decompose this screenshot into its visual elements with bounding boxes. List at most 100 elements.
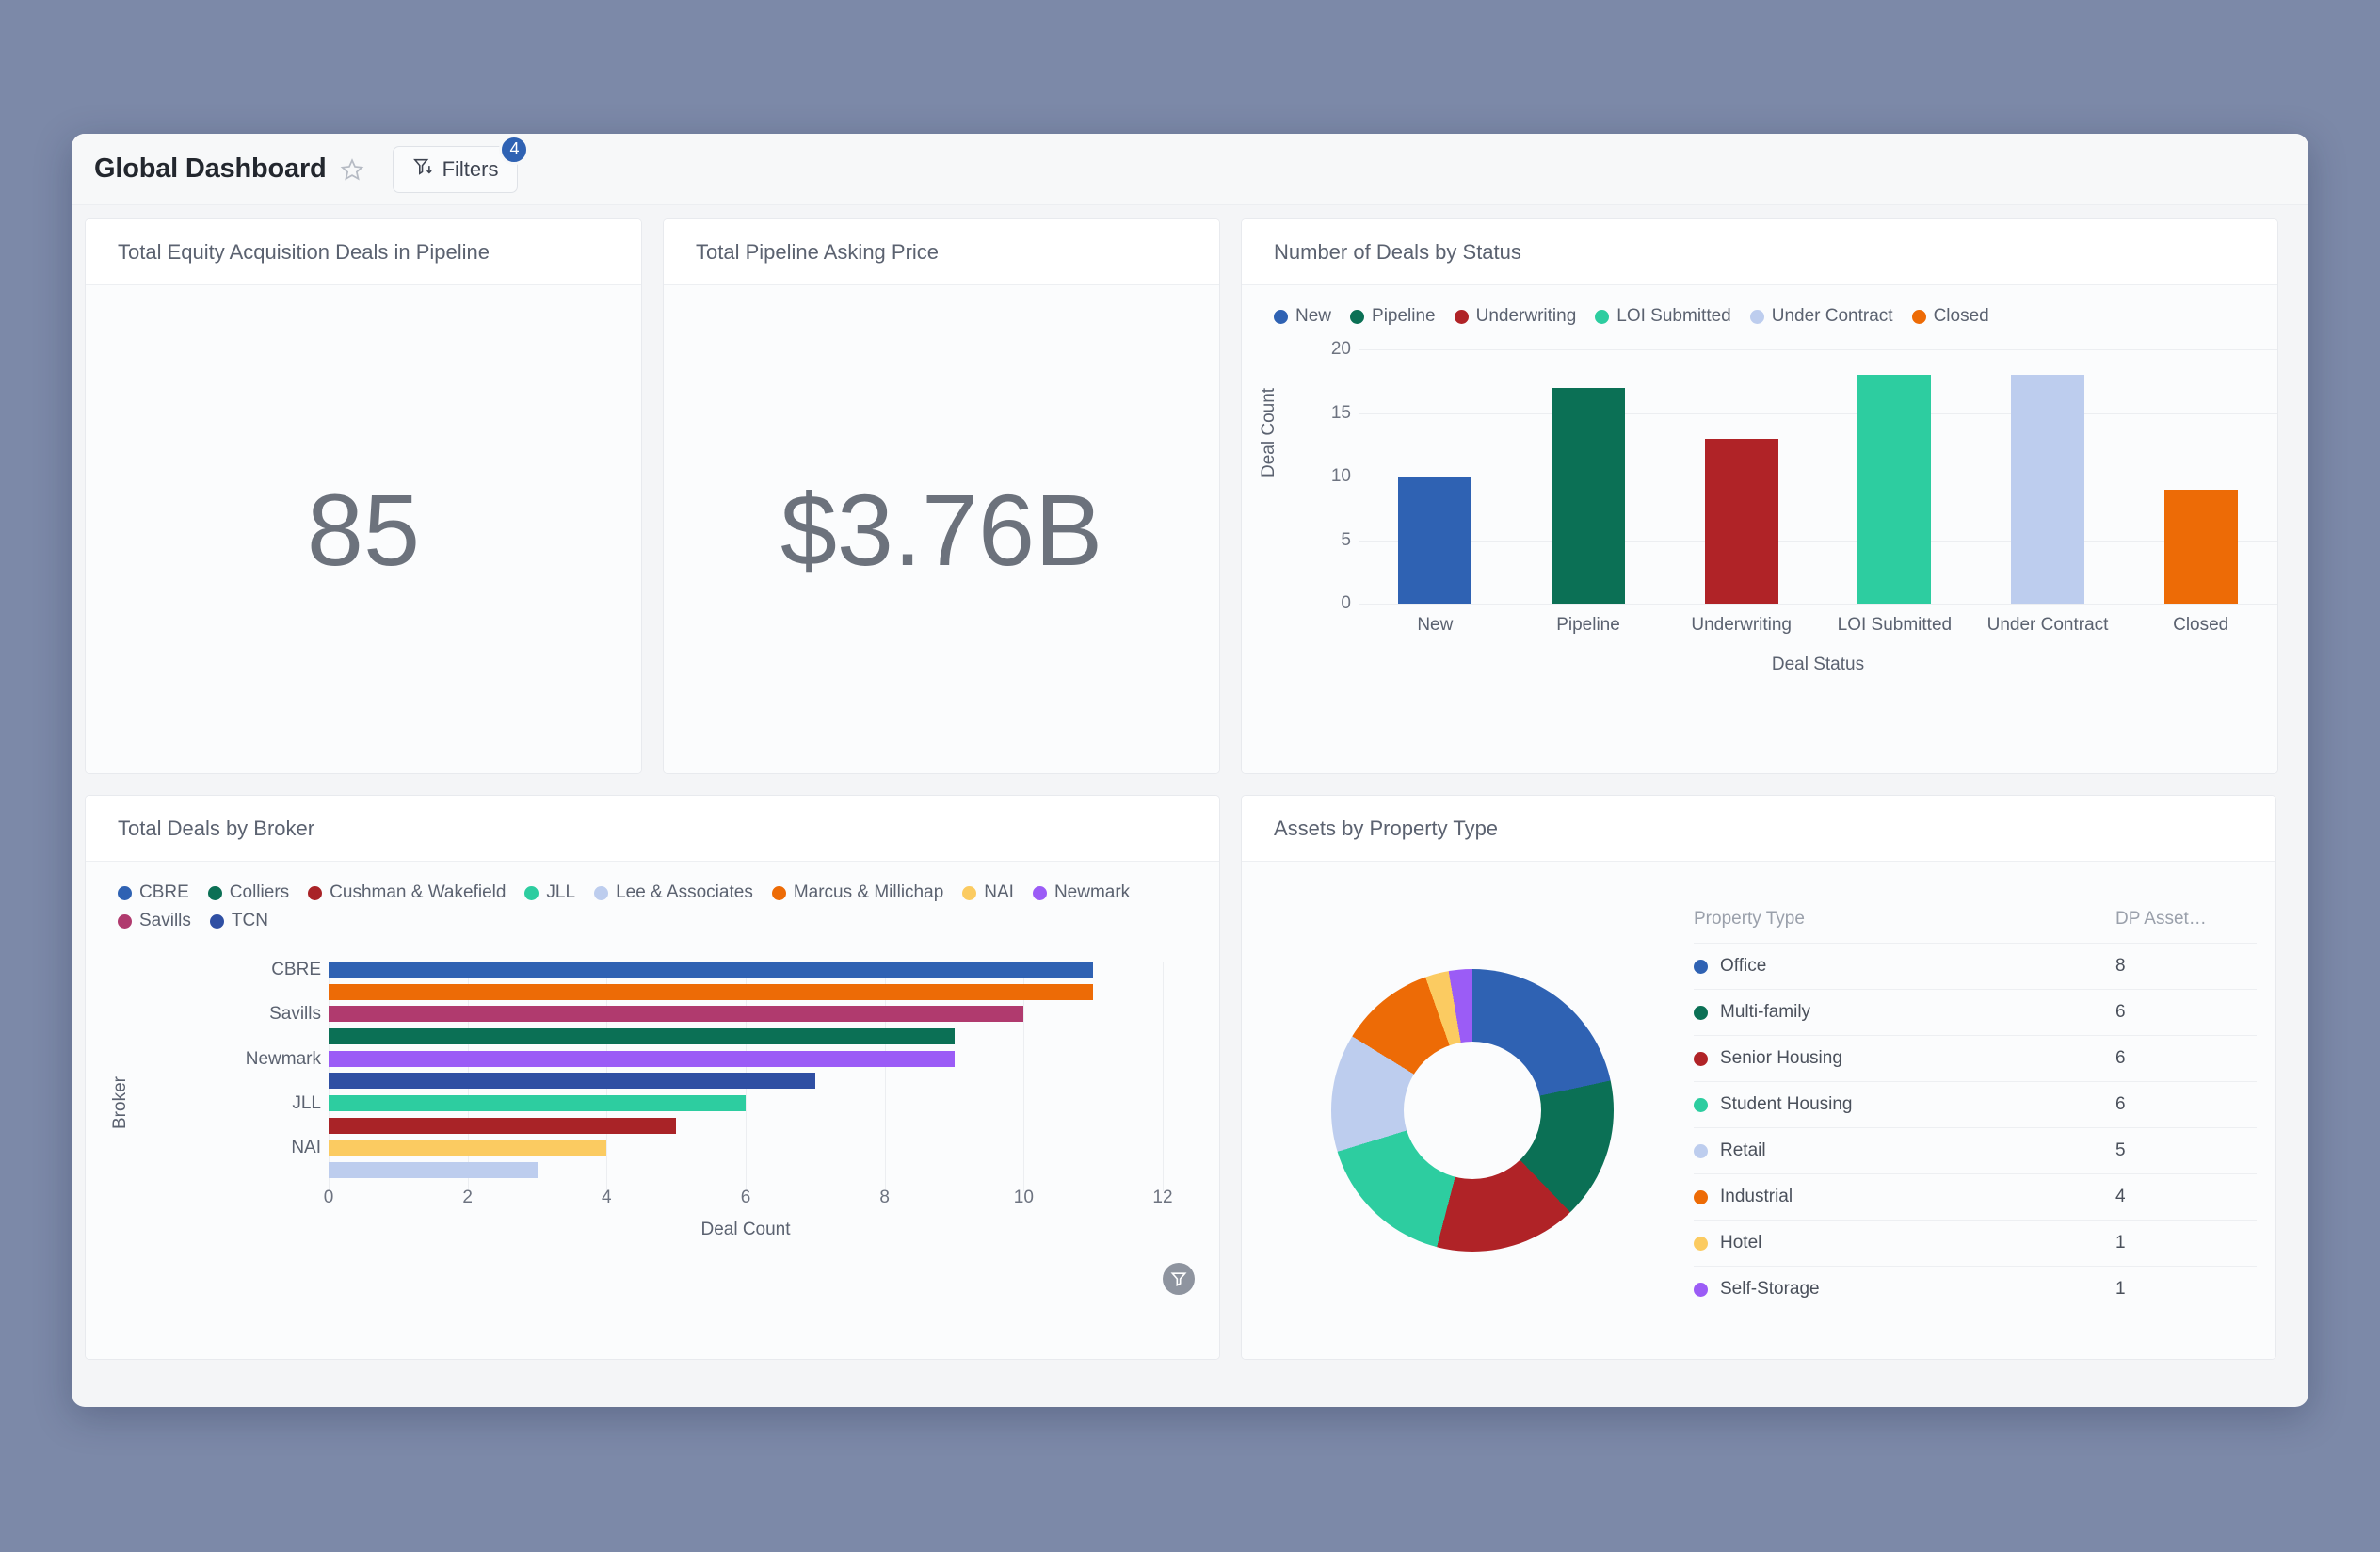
- legend-color-dot: [207, 885, 222, 900]
- legend-item-broker-9[interactable]: TCN: [209, 911, 268, 931]
- y-tick-label: 15: [1330, 402, 1351, 423]
- y-tick-label: 10: [1330, 466, 1351, 486]
- bar-underwriting[interactable]: [1704, 438, 1778, 604]
- status-bars: [1359, 349, 2277, 604]
- row-label: Student Housing: [1720, 1094, 1853, 1114]
- kpi-card-asking-price: Total Pipeline Asking Price $3.76B: [663, 218, 1220, 774]
- legend-label: TCN: [231, 911, 268, 930]
- row-color-dot: [1694, 959, 1708, 974]
- legend-color-dot: [1595, 309, 1610, 324]
- bar-pipeline[interactable]: [1552, 387, 1625, 604]
- bar-row: [329, 1027, 1163, 1044]
- favorite-star-icon[interactable]: [340, 157, 364, 182]
- legend-color-dot: [118, 913, 132, 929]
- row-label: Industrial: [1720, 1187, 1793, 1206]
- legend-color-dot: [1032, 885, 1047, 900]
- legend-item-status-2[interactable]: Underwriting: [1454, 306, 1576, 327]
- legend-item-status-3[interactable]: LOI Submitted: [1595, 306, 1731, 327]
- bar-savills[interactable]: [329, 1006, 1024, 1023]
- bar-closed[interactable]: [2163, 489, 2238, 604]
- x-tick-label: LOI Submitted: [1837, 615, 1953, 635]
- filters-button[interactable]: Filters 4: [392, 134, 530, 193]
- table-row[interactable]: Retail 5: [1694, 1127, 2257, 1174]
- legend-item-status-0[interactable]: New: [1274, 306, 1331, 327]
- cell-dp-assets: 4: [2115, 1173, 2257, 1221]
- legend-label: Cushman & Wakefield: [330, 882, 507, 902]
- legend-item-broker-1[interactable]: Colliers: [207, 882, 289, 903]
- table-row[interactable]: Hotel 1: [1694, 1220, 2257, 1267]
- bar-cell: [1818, 349, 1971, 604]
- bar-row: [329, 962, 1163, 978]
- row-label: Multi-family: [1720, 1002, 1811, 1022]
- table-row[interactable]: Self-Storage 1: [1694, 1266, 2257, 1312]
- legend-item-broker-6[interactable]: NAI: [962, 882, 1014, 903]
- legend-color-dot: [771, 885, 786, 900]
- deals-by-status-chart: Deal Count 0 5 10 15 20 New Pipeline Underwrit…: [1242, 327, 2277, 732]
- chart-card-assets-by-property-type: Assets by Property Type Property Type DP…: [1241, 795, 2276, 1360]
- deals-by-broker-chart: Broker CBRE Savills Newmark JLL NAI 0 2 4 6 8 10 1…: [86, 931, 1219, 1308]
- bar-new[interactable]: [1398, 477, 1472, 604]
- legend-item-status-4[interactable]: Under Contract: [1749, 306, 1893, 327]
- legend-item-status-5[interactable]: Closed: [1911, 306, 1989, 327]
- bar-nai[interactable]: [329, 1140, 607, 1156]
- broker-bars: [329, 962, 1163, 1178]
- bar-loi-submitted[interactable]: [1857, 375, 1932, 604]
- cell-property-type: Hotel: [1694, 1220, 2115, 1267]
- x-tick-label: 6: [740, 1188, 751, 1207]
- kpi-value-deals-in-pipeline: 85: [306, 472, 421, 587]
- table-row[interactable]: Senior Housing 6: [1694, 1035, 2257, 1082]
- legend-item-broker-3[interactable]: JLL: [524, 882, 575, 903]
- dashboard-row-top: Total Equity Acquisition Deals in Pipeli…: [85, 218, 2295, 774]
- legend-color-dot: [1274, 309, 1288, 324]
- status-y-axis-title: Deal Count: [1259, 387, 1278, 477]
- donut-hole: [1404, 1042, 1541, 1179]
- table-row[interactable]: Industrial 4: [1694, 1173, 2257, 1221]
- table-row[interactable]: Multi-family 6: [1694, 989, 2257, 1036]
- bar-newmark[interactable]: [329, 1050, 955, 1067]
- cell-property-type: Student Housing: [1694, 1081, 2115, 1128]
- bar-cell: [1512, 349, 1665, 604]
- bar-lee-associates[interactable]: [329, 1161, 538, 1178]
- legend-label: Newmark: [1053, 882, 1131, 902]
- chart-filter-icon[interactable]: [1163, 1263, 1195, 1295]
- bar-tcn[interactable]: [329, 1073, 815, 1090]
- table-row[interactable]: Office 8: [1694, 943, 2257, 990]
- broker-y-tick-labels: CBRE Savills Newmark JLL NAI: [199, 961, 321, 1178]
- filters-button-label: Filters: [442, 156, 499, 181]
- x-tick-label: Pipeline: [1556, 615, 1620, 635]
- row-color-dot: [1694, 1051, 1708, 1066]
- x-tick-label: 8: [879, 1188, 890, 1207]
- legend-item-broker-5[interactable]: Marcus & Millichap: [771, 882, 943, 903]
- cell-dp-assets: 6: [2115, 1035, 2257, 1082]
- chart-card-title: Total Deals by Broker: [86, 796, 1219, 862]
- legend-item-status-1[interactable]: Pipeline: [1350, 306, 1436, 327]
- legend-item-broker-7[interactable]: Newmark: [1032, 882, 1131, 903]
- cell-property-type: Office: [1694, 943, 2115, 990]
- broker-x-axis-title: Deal Count: [700, 1220, 791, 1239]
- column-header-property-type: Property Type: [1694, 909, 1805, 929]
- bar-row: [329, 1140, 1163, 1156]
- bar-colliers[interactable]: [329, 1027, 955, 1044]
- legend-item-broker-2[interactable]: Cushman & Wakefield: [308, 882, 506, 903]
- y-tick-label: [199, 1073, 321, 1089]
- bar-under-contract[interactable]: [2011, 375, 2085, 604]
- legend-color-dot: [308, 885, 323, 900]
- legend-item-broker-8[interactable]: Savills: [118, 911, 191, 931]
- bar-cushman-wakefield[interactable]: [329, 1117, 677, 1134]
- table-row[interactable]: Student Housing 6: [1694, 1081, 2257, 1128]
- cell-property-type: Senior Housing: [1694, 1035, 2115, 1082]
- x-tick-label: 12: [1152, 1188, 1173, 1207]
- bar-cell: [1971, 349, 2125, 604]
- broker-y-axis-title: Broker: [110, 1076, 130, 1129]
- legend-color-dot: [1350, 309, 1365, 324]
- x-tick-label: 4: [602, 1188, 612, 1207]
- bar-marcus-millichap[interactable]: [329, 983, 1094, 1000]
- assets-donut-chart: [1251, 969, 1694, 1252]
- bar-jll[interactable]: [329, 1094, 746, 1111]
- legend-item-broker-4[interactable]: Lee & Associates: [594, 882, 753, 903]
- bar-cbre[interactable]: [329, 962, 1094, 978]
- gridline: [1163, 962, 1164, 1191]
- legend-label: JLL: [546, 882, 576, 902]
- status-x-tick-labels: New Pipeline Underwriting LOI Submitted Unde…: [1359, 615, 2277, 636]
- legend-item-broker-0[interactable]: CBRE: [118, 882, 189, 903]
